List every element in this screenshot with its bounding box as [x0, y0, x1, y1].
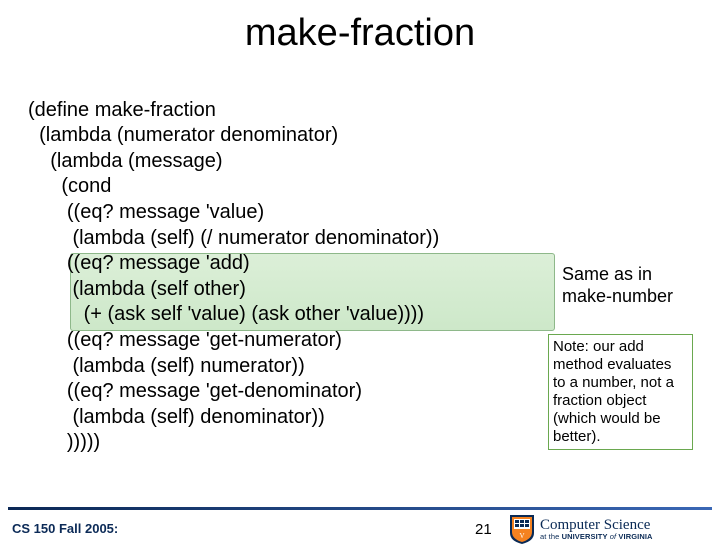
code-line: ((eq? message 'get-denominator) — [28, 380, 362, 402]
code-line: (lambda (numerator denominator) — [28, 124, 338, 146]
logo-text: Computer Science at the UNIVERSITY of VI… — [540, 518, 653, 541]
annotation-line: Same as in — [562, 264, 673, 286]
code-line: (define make-fraction — [28, 99, 216, 121]
code-line: (lambda (self other) — [28, 278, 246, 300]
annotation-line: make-number — [562, 286, 673, 308]
footer-divider — [8, 507, 712, 510]
code-line: ((eq? message 'value) — [28, 201, 264, 223]
slide-title: make-fraction — [0, 12, 720, 55]
shield-icon: V — [508, 513, 536, 545]
annotation-same-as: Same as in make-number — [562, 264, 673, 307]
code-line: ((eq? message 'add) — [28, 252, 250, 274]
code-line: (+ (ask self 'value) (ask other 'value))… — [28, 303, 424, 325]
code-line: (lambda (self) (/ numerator denominator)… — [28, 227, 439, 249]
code-line: (lambda (message) — [28, 150, 223, 172]
logo-cs-text: Computer Science — [540, 518, 653, 533]
footer-page-number: 21 — [475, 521, 492, 538]
footer-course: CS 150 Fall 2005: — [12, 521, 118, 536]
logo-uva-text: at the UNIVERSITY of VIRGINIA — [540, 533, 653, 541]
code-line: (lambda (self) numerator)) — [28, 355, 305, 377]
code-block: (define make-fraction (lambda (numerator… — [28, 72, 439, 456]
svg-text:V: V — [519, 532, 524, 540]
logo-uva-university: UNIVERSITY — [562, 532, 608, 541]
note-box: Note: our add method evaluates to a numb… — [548, 334, 693, 450]
code-line: ))))) — [28, 431, 100, 453]
uva-cs-logo: V Computer Science at the UNIVERSITY of … — [508, 513, 653, 545]
logo-uva-virginia: VIRGINIA — [618, 532, 652, 541]
code-line: (cond — [28, 175, 111, 197]
logo-uva-of: of — [608, 532, 619, 541]
code-line: ((eq? message 'get-numerator) — [28, 329, 342, 351]
logo-uva-prefix: at the — [540, 532, 562, 541]
footer: CS 150 Fall 2005: 21 V Computer Science … — [0, 507, 720, 552]
code-line: (lambda (self) denominator)) — [28, 406, 325, 428]
